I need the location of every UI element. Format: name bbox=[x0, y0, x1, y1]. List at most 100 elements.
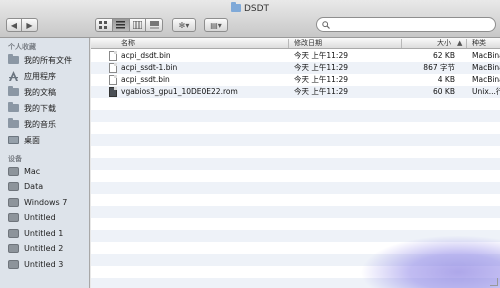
icon-view-button[interactable] bbox=[95, 18, 113, 32]
column-header-size[interactable]: 大小 bbox=[437, 39, 451, 48]
table-row[interactable]: acpi_dsdt.bin 今天 上午11:29 62 KB MacBinar bbox=[91, 50, 500, 62]
sidebar-item-music[interactable]: 我的音乐 bbox=[8, 117, 88, 131]
disk-icon bbox=[8, 259, 19, 269]
view-mode-segmented-control bbox=[95, 18, 163, 32]
sidebar-item-untitled-3[interactable]: Untitled 3 bbox=[8, 257, 88, 271]
executable-file-icon bbox=[109, 87, 117, 97]
sidebar: 个人收藏 我的所有文件 应用程序 我的文稿 我的下载 我的音乐 桌面 设备 Ma… bbox=[0, 38, 90, 288]
empty-row bbox=[91, 158, 500, 170]
column-header-name[interactable]: 名称 bbox=[121, 39, 135, 48]
document-icon bbox=[109, 75, 117, 85]
coverflow-view-button[interactable] bbox=[146, 18, 163, 32]
disk-icon bbox=[8, 197, 19, 207]
sidebar-item-label: Mac bbox=[24, 166, 41, 176]
finder-window: DSDT ◀ ▶ ✻▾ ▤▾ 个人收藏 我的所有文件 应用程序 我的文稿 我的下… bbox=[0, 0, 500, 288]
disk-icon bbox=[8, 244, 19, 254]
column-view-icon bbox=[132, 21, 142, 29]
list-view-icon bbox=[116, 21, 126, 29]
favorites-header: 个人收藏 bbox=[8, 43, 36, 51]
disk-icon bbox=[8, 182, 19, 192]
sidebar-item-mac[interactable]: Mac bbox=[8, 164, 88, 178]
column-view-button[interactable] bbox=[129, 18, 147, 32]
sidebar-item-label: 应用程序 bbox=[24, 71, 56, 81]
sidebar-item-label: Untitled 3 bbox=[24, 259, 64, 269]
column-divider bbox=[466, 39, 467, 48]
file-size: 4 KB bbox=[437, 75, 455, 84]
empty-row bbox=[91, 110, 500, 122]
gear-icon: ✻▾ bbox=[178, 20, 190, 30]
sidebar-item-windows-7[interactable]: Windows 7 bbox=[8, 195, 88, 209]
sidebar-item-label: Windows 7 bbox=[24, 197, 68, 207]
sidebar-item-applications[interactable]: 应用程序 bbox=[8, 69, 88, 83]
table-row[interactable]: acpi_ssdt-1.bin 今天 上午11:29 867 字节 MacBin… bbox=[91, 62, 500, 74]
sidebar-item-untitled-1[interactable]: Untitled 1 bbox=[8, 226, 88, 240]
back-button[interactable]: ◀ bbox=[6, 18, 22, 32]
sidebar-item-label: Data bbox=[24, 182, 44, 191]
coverflow-view-icon bbox=[149, 21, 159, 29]
search-icon bbox=[322, 20, 330, 29]
file-size: 62 KB bbox=[433, 51, 455, 60]
document-icon bbox=[109, 51, 117, 61]
downloads-folder-icon bbox=[8, 102, 19, 113]
list-header: 名称 修改日期 大小 ▲ 种类 bbox=[91, 38, 500, 49]
file-modified: 今天 上午11:29 bbox=[294, 63, 348, 72]
all-files-icon bbox=[8, 54, 19, 65]
column-header-kind[interactable]: 种类 bbox=[472, 39, 486, 48]
sidebar-item-desktop[interactable]: 桌面 bbox=[8, 133, 88, 147]
file-kind: MacBinar bbox=[472, 63, 500, 72]
empty-row bbox=[91, 182, 500, 194]
desktop-wallpaper-glimpse bbox=[360, 235, 500, 288]
file-name: acpi_ssdt.bin bbox=[121, 75, 170, 84]
file-name: acpi_dsdt.bin bbox=[121, 51, 171, 60]
arrange-icon: ▤▾ bbox=[210, 20, 222, 30]
action-menu-button[interactable]: ✻▾ bbox=[172, 18, 196, 32]
empty-row bbox=[91, 134, 500, 146]
file-kind: MacBinar bbox=[472, 75, 500, 84]
devices-header: 设备 bbox=[8, 155, 22, 163]
document-icon bbox=[109, 63, 117, 73]
sort-indicator-icon[interactable]: ▲ bbox=[457, 39, 462, 48]
sidebar-item-data[interactable]: Data bbox=[8, 180, 88, 194]
desktop-icon bbox=[8, 135, 19, 145]
sidebar-item-label: 我的文稿 bbox=[24, 87, 56, 97]
file-kind: MacBinar bbox=[472, 51, 500, 60]
sidebar-item-label: 我的所有文件 bbox=[24, 55, 72, 65]
file-name: acpi_ssdt-1.bin bbox=[121, 63, 178, 72]
file-kind: Unix...行 bbox=[472, 87, 500, 96]
sidebar-item-documents[interactable]: 我的文稿 bbox=[8, 85, 88, 99]
applications-icon bbox=[8, 71, 19, 81]
column-divider bbox=[288, 39, 289, 48]
sidebar-item-label: 桌面 bbox=[24, 135, 40, 145]
resize-grip[interactable] bbox=[490, 278, 498, 286]
file-name: vgabios3_gpu1_10DE0E22.rom bbox=[121, 87, 238, 96]
forward-button[interactable]: ▶ bbox=[22, 18, 38, 32]
disk-icon bbox=[8, 166, 19, 176]
sidebar-item-untitled-2[interactable]: Untitled 2 bbox=[8, 242, 88, 256]
file-modified: 今天 上午11:29 bbox=[294, 51, 348, 60]
sidebar-item-label: 我的音乐 bbox=[24, 119, 56, 129]
icon-view-icon bbox=[99, 21, 108, 29]
toolbar: DSDT ◀ ▶ ✻▾ ▤▾ bbox=[0, 0, 500, 38]
file-modified: 今天 上午11:29 bbox=[294, 75, 348, 84]
file-size: 867 字节 bbox=[423, 63, 455, 72]
disk-icon bbox=[8, 213, 19, 223]
folder-icon bbox=[230, 2, 241, 12]
table-row[interactable]: acpi_ssdt.bin 今天 上午11:29 4 KB MacBinar bbox=[91, 74, 500, 86]
back-arrow-icon: ◀ bbox=[10, 20, 18, 30]
sidebar-item-all-files[interactable]: 我的所有文件 bbox=[8, 53, 88, 67]
file-modified: 今天 上午11:29 bbox=[294, 87, 348, 96]
sidebar-item-label: Untitled bbox=[24, 213, 56, 222]
sidebar-item-untitled[interactable]: Untitled bbox=[8, 211, 88, 225]
list-view-button[interactable] bbox=[112, 18, 130, 32]
empty-row bbox=[91, 206, 500, 218]
documents-folder-icon bbox=[8, 86, 19, 97]
arrange-menu-button[interactable]: ▤▾ bbox=[204, 18, 228, 32]
window-title: DSDT bbox=[0, 2, 500, 14]
column-divider bbox=[401, 39, 402, 48]
file-size: 60 KB bbox=[433, 87, 455, 96]
sidebar-item-downloads[interactable]: 我的下载 bbox=[8, 101, 88, 115]
column-header-modified[interactable]: 修改日期 bbox=[294, 39, 322, 48]
table-row[interactable]: vgabios3_gpu1_10DE0E22.rom 今天 上午11:29 60… bbox=[91, 86, 500, 98]
search-input[interactable] bbox=[333, 20, 483, 29]
search-field[interactable] bbox=[316, 17, 496, 32]
